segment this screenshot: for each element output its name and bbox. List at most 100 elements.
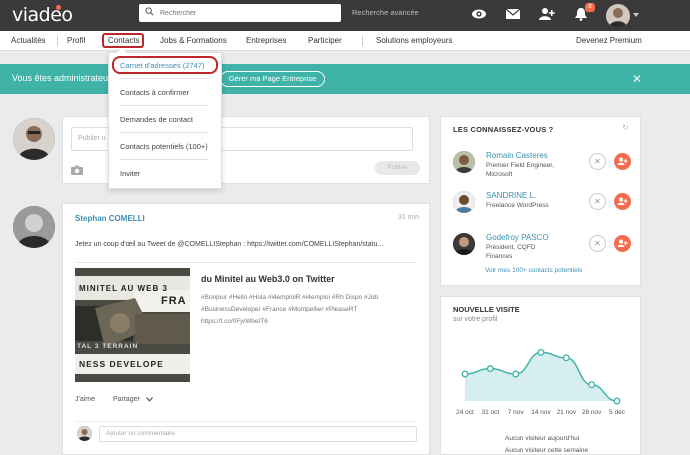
nav-divider [362, 36, 363, 46]
person-avatar[interactable] [453, 233, 475, 255]
add-contact-button[interactable] [614, 193, 631, 210]
post-card: Stephan COMELLI 31 min Jetez un coup d'œ… [62, 203, 430, 455]
person-company: Finances [486, 253, 513, 260]
chart-point [512, 370, 520, 378]
close-icon[interactable]: ✕ [632, 72, 642, 86]
eye-icon[interactable] [471, 7, 487, 21]
user-avatar [77, 426, 92, 441]
add-contact-icon [617, 197, 628, 205]
user-avatar[interactable] [606, 4, 630, 28]
dismiss-button[interactable]: ✕ [589, 235, 606, 252]
visitors-today: Aucun visiteur aujourd'hui [505, 435, 580, 442]
share-button[interactable]: Partager [113, 396, 140, 403]
manage-company-page-button[interactable]: Gérer ma Page Entreprise [220, 71, 325, 87]
person-avatar[interactable] [453, 191, 475, 213]
visitors-week: Aucun visiteur cette semaine [505, 447, 589, 454]
top-bar: viadeo Recherche avancée 8 [0, 0, 690, 31]
nav-participer[interactable]: Participer [308, 36, 342, 45]
contacts-dropdown: Carnet d'adresses (2747) Contacts à conf… [108, 48, 222, 189]
visits-title: NOUVELLE VISITE [453, 305, 520, 314]
thumb-caption: TAL 3 TERRAIN [77, 343, 139, 350]
chart-point [537, 348, 545, 356]
chart-point [486, 365, 494, 373]
publish-button[interactable]: Publier [375, 161, 420, 175]
nav-profil[interactable]: Profil [67, 36, 85, 45]
admin-banner: Vous êtes administrateur Gérer ma Page E… [0, 64, 690, 94]
suggestion-item: Godefroy PASCO Président, CQFD Finances … [453, 233, 633, 267]
x-tick-label: 24 oct [456, 409, 474, 416]
nav-actualites[interactable]: Actualités [11, 36, 46, 45]
x-tick-label: 21 nov [557, 409, 577, 416]
link-thumbnail[interactable]: MINITEL AU WEB 3 FRA TAL 3 TERRAIN NESS … [75, 268, 190, 382]
thumb-caption: MINITEL AU WEB 3 [79, 284, 168, 293]
post-author[interactable]: Stephan COMELLI [75, 214, 145, 223]
add-contact-icon[interactable] [539, 7, 555, 21]
person-name[interactable]: Romain Casteres [486, 151, 548, 160]
person-name[interactable]: Godefroy PASCO [486, 233, 549, 242]
close-icon: ✕ [594, 197, 601, 206]
nav-jobs[interactable]: Jobs & Formations [160, 36, 227, 45]
link-description: #Bonjour #Hello #Hola #i4emploiR #i4empl… [201, 294, 379, 325]
menu-divider [120, 78, 208, 79]
chart-point [588, 381, 596, 389]
x-tick-label: 5 déc [609, 409, 626, 416]
nav-entreprises[interactable]: Entreprises [246, 36, 286, 45]
nav-solutions-employeurs[interactable]: Solutions employeurs [376, 36, 452, 45]
thumb-caption: NESS DEVELOPE [79, 359, 164, 369]
person-name[interactable]: SANDRINE L. [486, 191, 536, 200]
add-contact-button[interactable] [614, 235, 631, 252]
person-company: Microsoft [486, 171, 513, 178]
see-all-contacts-link[interactable]: Voir mes 100+ contacts potentiels [485, 267, 582, 274]
chart-area [465, 352, 617, 401]
person-headline: Président, CQFD [486, 244, 536, 251]
search-icon [145, 7, 154, 16]
x-tick-label: 7 nov [508, 409, 525, 416]
chevron-down-icon[interactable] [633, 13, 639, 17]
add-contact-button[interactable] [614, 153, 631, 170]
main-nav: Actualités Profil Contacts Jobs & Format… [0, 31, 690, 51]
x-tick-label: 31 oct [481, 409, 499, 416]
link-title[interactable]: du Minitel au Web3.0 on Twitter [201, 274, 335, 284]
advanced-search-link[interactable]: Recherche avancée [352, 8, 419, 17]
menu-item-invite[interactable]: Inviter [120, 169, 140, 178]
x-tick-label: 28 nov [582, 409, 602, 416]
camera-icon[interactable] [71, 165, 83, 175]
comment-input[interactable]: Ajouter un commentaire [99, 426, 417, 442]
add-contact-icon [617, 239, 628, 247]
search-input[interactable] [160, 5, 335, 21]
chart-point [461, 370, 469, 378]
close-icon: ✕ [594, 239, 601, 248]
suggestion-item: SANDRINE L. Freelance WordPress ✕ [453, 191, 633, 225]
refresh-icon[interactable]: ↻ [622, 123, 629, 132]
suggestions-title: LES CONNAISSEZ-VOUS ? [453, 125, 554, 134]
person-avatar[interactable] [453, 151, 475, 173]
user-avatar[interactable] [13, 118, 55, 160]
nav-premium[interactable]: Devenez Premium [576, 36, 642, 45]
nav-divider [57, 36, 58, 46]
suggestions-card: LES CONNAISSEZ-VOUS ? ↻ Romain Casteres … [440, 116, 641, 286]
chart-point [613, 397, 621, 405]
logo-dot [56, 5, 61, 10]
menu-item-contacts-to-confirm[interactable]: Contacts à confirmer [120, 88, 189, 97]
dismiss-button[interactable]: ✕ [589, 153, 606, 170]
search-box[interactable] [139, 4, 341, 22]
menu-item-potential-contacts[interactable]: Contacts potentiels (100+) [120, 142, 208, 151]
dismiss-button[interactable]: ✕ [589, 193, 606, 210]
x-tick-label: 14 nov [531, 409, 551, 416]
menu-divider [120, 105, 208, 106]
notification-badge: 8 [585, 3, 595, 12]
mail-icon[interactable] [505, 7, 521, 21]
menu-item-contact-requests[interactable]: Demandes de contact [120, 115, 193, 124]
like-button[interactable]: J'aime [75, 396, 95, 403]
viadeo-logo[interactable]: viadeo [12, 4, 73, 26]
close-icon: ✕ [594, 157, 601, 166]
menu-item-address-book[interactable]: Carnet d'adresses (2747) [120, 61, 204, 70]
author-avatar[interactable] [13, 206, 55, 248]
chevron-down-icon[interactable] [145, 396, 153, 402]
visits-subtitle: sur votre profil [453, 316, 498, 323]
chart-point [562, 354, 570, 362]
contacts-highlight [102, 33, 144, 48]
post-text: Jetez un coup d'œil au Tweet de @COMELLI… [75, 241, 384, 248]
suggestion-item: Romain Casteres Premier Field Engineer, … [453, 151, 633, 185]
menu-divider [120, 159, 208, 160]
